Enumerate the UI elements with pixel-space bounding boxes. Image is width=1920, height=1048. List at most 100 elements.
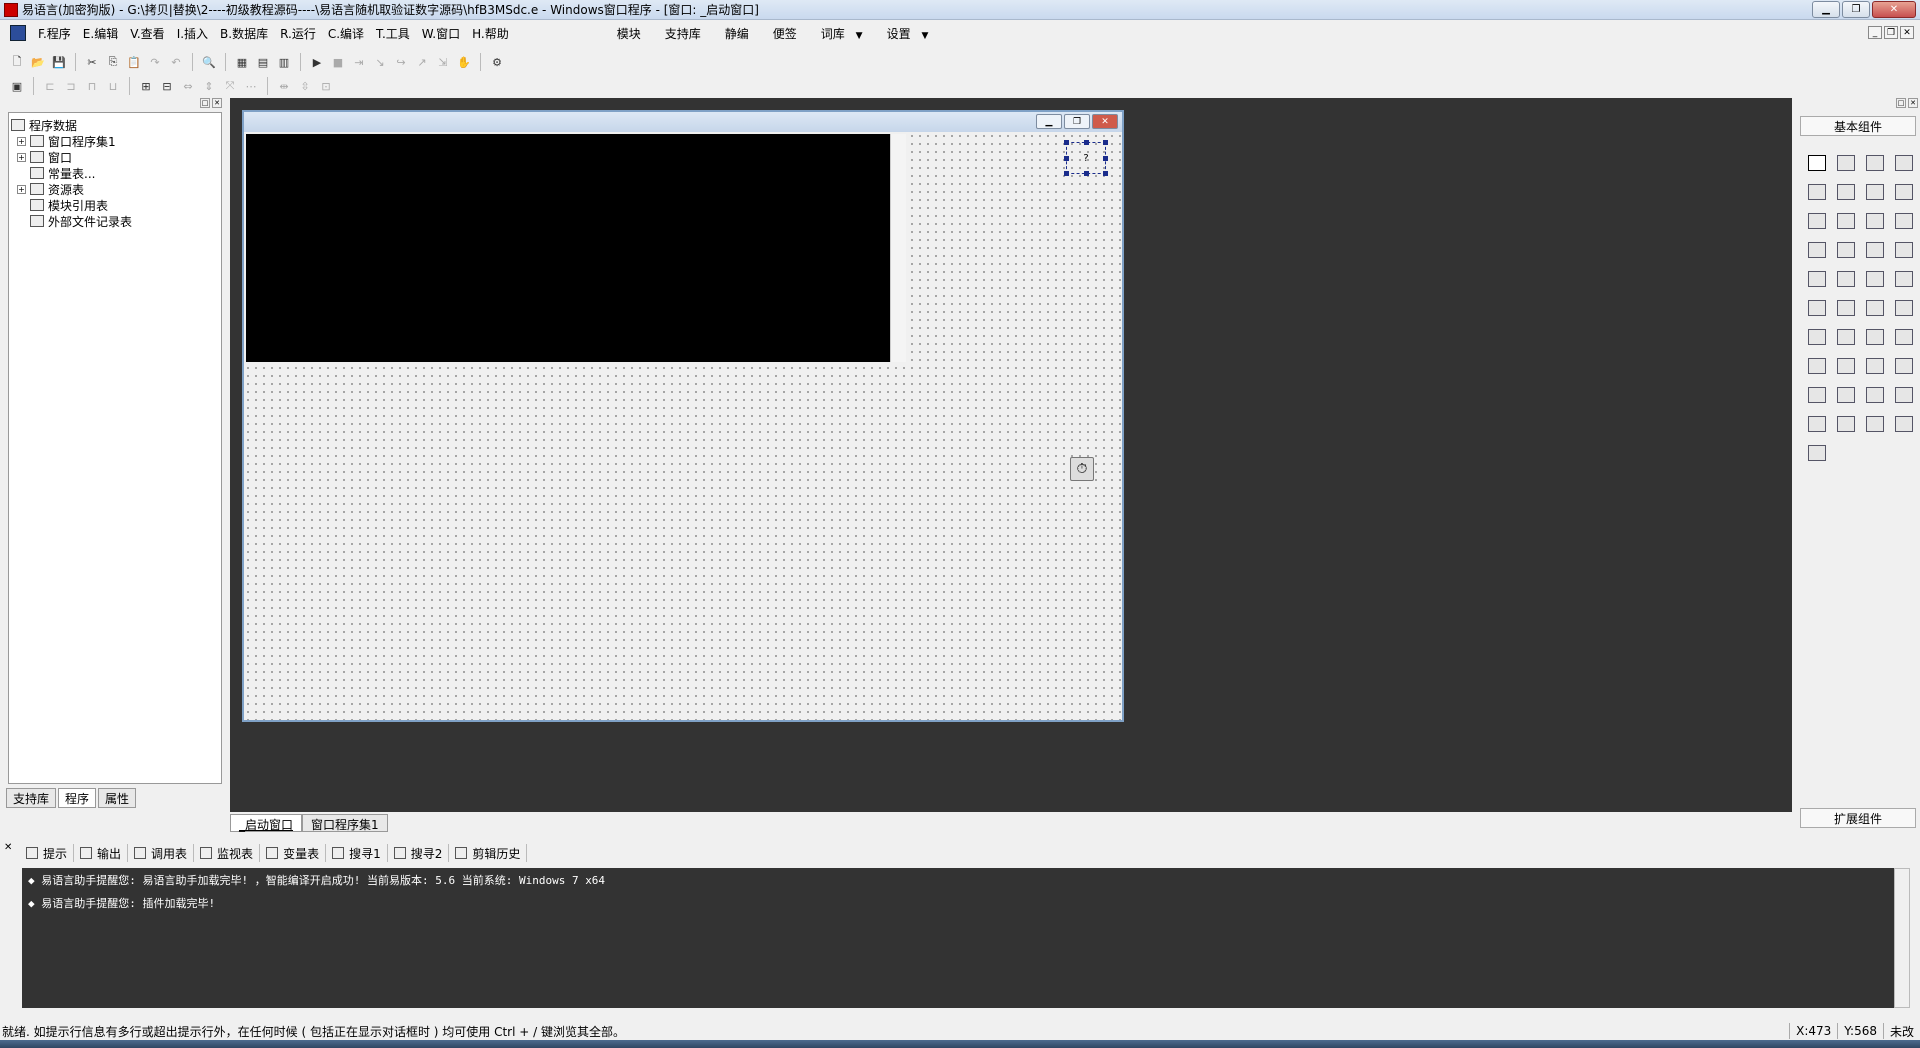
stop-icon[interactable]: ■ [329,53,347,71]
palette-close-icon[interactable]: ✕ [1908,98,1918,108]
undo-icon[interactable]: ↶ [167,53,185,71]
toolbar-tool-icon[interactable] [1889,322,1918,351]
select-list-tool-icon[interactable] [1802,235,1831,264]
step-icon[interactable]: ⇥ [350,53,368,71]
tree-item-external-files[interactable]: 外部文件记录表 [11,213,219,229]
align-top-icon[interactable]: ⊓ [83,77,101,95]
tree-root[interactable]: 程序数据 [11,117,219,133]
color-picker-tool-icon[interactable] [1802,322,1831,351]
palette-basic-title[interactable]: 基本组件 [1800,116,1916,136]
shape-tool-icon[interactable] [1889,148,1918,177]
tree-item-constants[interactable]: 常量表... [11,165,219,181]
timer-control-icon[interactable]: ⏱ [1070,457,1094,481]
menu-run[interactable]: R.运行 [274,25,322,42]
menu-dictionary[interactable]: 词库 [809,25,875,42]
form-maximize-button[interactable]: ❐ [1064,114,1090,129]
resize-handle[interactable] [1103,156,1108,161]
file-box-tool-icon[interactable] [1889,293,1918,322]
align-left-icon[interactable]: ⊏ [41,77,59,95]
tab-search-2[interactable]: 搜寻2 [388,844,450,862]
tab-support-lib[interactable]: 支持库 [6,788,57,808]
slider-tool-icon[interactable] [1802,264,1831,293]
data-source-tool-icon[interactable] [1889,380,1918,409]
output-close-icon[interactable]: ✕ [4,842,12,853]
control-scrollbar[interactable] [890,134,906,362]
resize-handle[interactable] [1103,171,1108,176]
output-console[interactable]: 易语言助手提醒您: 易语言助手加载完毕! ，智能编译开启成功! 当前易版本: 5… [22,868,1894,1008]
panel-close-icon[interactable]: ✕ [212,98,222,108]
progress-bar-tool-icon[interactable] [1889,235,1918,264]
radio-tool-icon[interactable] [1831,206,1860,235]
layout-1-icon[interactable]: ▦ [233,53,251,71]
align-right-icon[interactable]: ⊐ [62,77,80,95]
menu-compile[interactable]: C.编译 [322,25,370,42]
server-tool-icon[interactable] [1889,351,1918,380]
timer-tool-icon[interactable] [1802,351,1831,380]
tab-window-program-set[interactable]: 窗口程序集1 [302,814,388,832]
odbc-source-tool-icon[interactable] [1802,438,1831,467]
tab-clip-history[interactable]: 剪辑历史 [449,844,528,862]
menu-insert[interactable]: I.插入 [171,25,214,42]
minimize-button[interactable]: ▁ [1812,1,1840,18]
same-width-icon[interactable]: ⇔ [179,77,197,95]
menu-program[interactable]: F.程序 [32,25,77,42]
resize-handle[interactable] [1084,171,1089,176]
table-tool-icon[interactable] [1860,380,1889,409]
tree-item-resources[interactable]: + 资源表 [11,181,219,197]
picture-box-control[interactable] [246,134,890,362]
drawing-board-tool-icon[interactable] [1802,177,1831,206]
text-label-tool-icon[interactable] [1860,177,1889,206]
resize-handle[interactable] [1103,140,1108,145]
image-list-tool-icon[interactable] [1889,264,1918,293]
splitter-tool-icon[interactable] [1860,322,1889,351]
v-spacing-icon[interactable]: ⇳ [296,77,314,95]
mdi-restore-button[interactable]: ❐ [1884,26,1898,39]
space-evenly-icon[interactable]: ⋯ [242,77,260,95]
layout-2-icon[interactable]: ▤ [254,53,272,71]
tab-call-stack[interactable]: 调用表 [128,844,195,862]
form-minimize-button[interactable]: ▁ [1036,114,1062,129]
tab-variables[interactable]: 变量表 [260,844,327,862]
expand-icon[interactable]: + [17,184,26,194]
port-tool-icon[interactable] [1831,380,1860,409]
paste-icon[interactable]: 📋 [125,53,143,71]
menu-settings[interactable]: 设置 [875,25,941,42]
menu-help[interactable]: H.帮助 [466,25,515,42]
close-button[interactable]: ✕ [1872,1,1916,18]
expand-icon[interactable]: + [17,136,26,146]
resize-handle[interactable] [1064,171,1069,176]
grid-icon[interactable]: ⊡ [317,77,335,95]
maximize-button[interactable]: ❐ [1842,1,1870,18]
center-horizontal-icon[interactable]: ⊞ [137,77,155,95]
menu-database[interactable]: B.数据库 [214,25,274,42]
hyperlink-tool-icon[interactable] [1831,322,1860,351]
tab-startup-window[interactable]: _启动窗口 [230,814,303,832]
resize-handle[interactable] [1064,156,1069,161]
selected-control[interactable]: ? [1064,140,1108,176]
panel-pin-icon[interactable]: □ [200,98,210,108]
checkbox-tool-icon[interactable] [1802,206,1831,235]
tab-program[interactable]: 程序 [58,788,97,808]
palette-extended-title[interactable]: 扩展组件 [1800,808,1916,828]
new-file-icon[interactable]: 🗋 [8,53,26,71]
same-size-icon[interactable]: ⤧ [221,77,239,95]
form-icon[interactable]: ▣ [8,77,26,95]
spin-tool-icon[interactable] [1860,264,1889,293]
redo-icon[interactable]: ↷ [146,53,164,71]
form-designer-window[interactable]: ▁ ❐ ✕ ? ⏱ [242,110,1124,722]
cut-icon[interactable]: ✂ [83,53,101,71]
menu-edit[interactable]: E.编辑 [77,25,124,42]
odbc-db-tool-icon[interactable] [1889,409,1918,438]
edit-box-tool-icon[interactable] [1889,177,1918,206]
find-icon[interactable]: 🔍 [200,53,218,71]
db-provider-tool-icon[interactable] [1802,409,1831,438]
helper-tool-icon[interactable]: ⚙ [488,53,506,71]
chart-tool-icon[interactable] [1860,409,1889,438]
output-scrollbar[interactable] [1894,868,1910,1008]
tab-properties[interactable]: 属性 [98,788,137,808]
combo-box-tool-icon[interactable] [1860,206,1889,235]
center-vertical-icon[interactable]: ⊟ [158,77,176,95]
h-spacing-icon[interactable]: ⇹ [275,77,293,95]
tab-search-1[interactable]: 搜寻1 [326,844,388,862]
mdi-minimize-button[interactable]: _ [1868,26,1882,39]
